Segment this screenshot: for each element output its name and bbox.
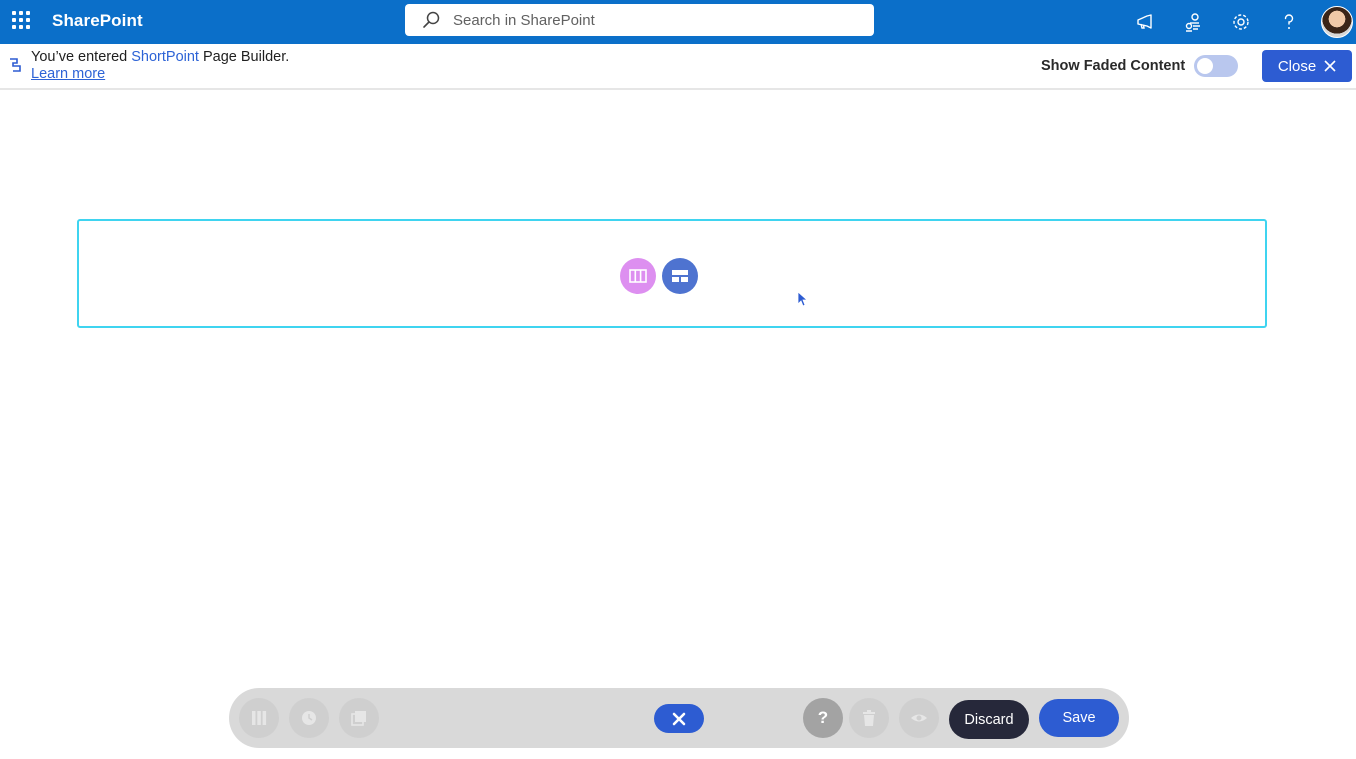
shortpoint-logo-icon (10, 58, 21, 72)
megaphone-icon[interactable] (1121, 0, 1169, 44)
exit-builder-button[interactable] (654, 704, 704, 733)
columns-tool-icon (252, 711, 267, 725)
close-button-label: Close (1277, 57, 1317, 75)
help-button[interactable]: ? (803, 698, 843, 738)
suite-bar-actions (1121, 0, 1356, 44)
close-icon (1324, 60, 1336, 72)
avatar[interactable] (1321, 6, 1353, 38)
save-button[interactable]: Save (1039, 699, 1119, 737)
history-tool-button[interactable] (289, 698, 329, 738)
eye-icon (911, 714, 927, 722)
clock-icon (302, 711, 316, 725)
add-layout-button[interactable] (662, 258, 698, 294)
layers-icon (351, 711, 366, 726)
help-icon[interactable] (1265, 0, 1313, 44)
waffle-icon[interactable] (10, 9, 30, 29)
columns-icon (629, 269, 647, 283)
gear-icon[interactable] (1217, 0, 1265, 44)
layout-icon (672, 270, 688, 282)
search-input[interactable] (453, 11, 853, 29)
delete-button[interactable] (849, 698, 889, 738)
builder-toolbar: ? Discard Save (229, 688, 1129, 748)
close-icon (672, 712, 686, 725)
learn-more-link[interactable]: Learn more (31, 66, 289, 83)
help-label: ? (817, 708, 829, 727)
trash-icon (863, 710, 875, 726)
mouse-cursor-icon (797, 291, 807, 307)
people-network-icon[interactable] (1169, 0, 1217, 44)
search-icon (423, 11, 440, 28)
show-faded-content-label: Show Faded Content (1041, 58, 1186, 74)
app-title[interactable]: SharePoint (52, 11, 143, 31)
preview-button[interactable] (899, 698, 939, 738)
search-box[interactable] (405, 4, 874, 36)
layers-tool-button[interactable] (339, 698, 379, 738)
notice-prefix: You’ve entered (31, 49, 132, 65)
notice-brand: ShortPoint (131, 49, 199, 65)
page-section[interactable] (77, 219, 1267, 328)
toggle-knob (1197, 58, 1213, 74)
suite-bar: SharePoint (0, 0, 1356, 44)
notice-suffix: Page Builder. (198, 49, 290, 65)
columns-tool-button[interactable] (239, 698, 279, 738)
notice-message: You’ve entered ShortPoint Page Builder. … (31, 49, 289, 83)
discard-button[interactable]: Discard (949, 700, 1029, 739)
add-columns-button[interactable] (620, 258, 656, 294)
page-builder-notice: You’ve entered ShortPoint Page Builder. … (0, 44, 1356, 90)
show-faded-content-toggle[interactable] (1194, 55, 1238, 77)
close-button[interactable]: Close (1262, 50, 1352, 82)
